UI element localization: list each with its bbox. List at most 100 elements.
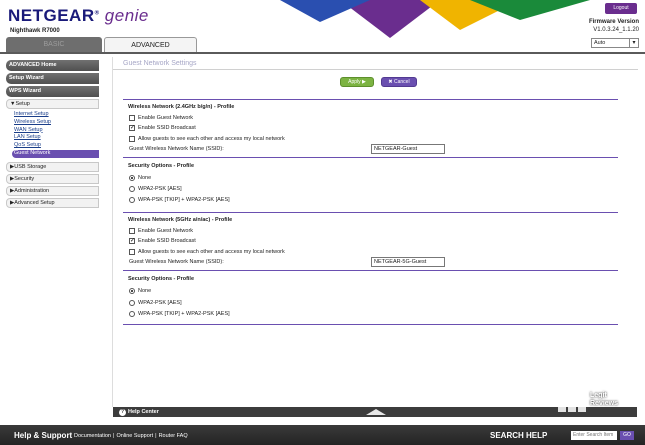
firmware-label: Firmware Version — [588, 19, 639, 25]
security-none-24-row: None — [129, 174, 151, 182]
enable-ssid-broadcast-24-label: Enable SSID Broadcast — [138, 125, 196, 131]
sidebar-item-qos-setup[interactable]: QoS Setup — [14, 142, 99, 150]
legit-reviews-watermark: Legit Reviews — [556, 384, 636, 422]
sidebar-item-advanced-home[interactable]: ADVANCED Home — [6, 60, 99, 71]
allow-guests-5-row: Allow guests to see each other and acces… — [129, 248, 285, 256]
enable-ssid-broadcast-24-checkbox[interactable] — [129, 124, 135, 131]
ssid-24-input[interactable]: NETGEAR-Guest — [371, 144, 445, 154]
title-divider — [113, 69, 638, 70]
security-wpa2-5-row: WPA2-PSK [AES] — [129, 299, 182, 307]
section-title-5ghz: Wireless Network (5GHz a/n/ac) - Profile — [128, 217, 233, 223]
link-separator: | — [113, 433, 115, 439]
search-help-label: SEARCH HELP — [490, 431, 548, 440]
model-name: Nighthawk R7000 — [10, 28, 60, 34]
watermark-line1: Legit — [590, 392, 607, 399]
sidebar-item-wan-setup[interactable]: WAN Setup — [14, 127, 99, 135]
brand-reg: ® — [94, 10, 100, 17]
security-wpa2-24-radio[interactable] — [129, 186, 135, 192]
enable-guest-network-24-label: Enable Guest Network — [138, 115, 194, 121]
security-wpa-mixed-5-label: WPA-PSK [TKIP] + WPA2-PSK [AES] — [138, 311, 230, 317]
enable-ssid-broadcast-24-row: Enable SSID Broadcast — [129, 124, 196, 132]
sidebar-item-setup-wizard[interactable]: Setup Wizard — [6, 73, 99, 84]
allow-guests-24-row: Allow guests to see each other and acces… — [129, 135, 285, 143]
apply-button[interactable]: Apply ▶ — [340, 77, 374, 87]
watermark-logo-icon — [556, 384, 588, 416]
security-wpa-mixed-24-row: WPA-PSK [TKIP] + WPA2-PSK [AES] — [129, 196, 230, 204]
enable-ssid-broadcast-5-row: Enable SSID Broadcast — [129, 237, 196, 245]
cancel-button[interactable]: ✖ Cancel — [381, 77, 417, 87]
logout-button[interactable]: Logout — [605, 3, 637, 14]
security-none-24-label: None — [138, 175, 152, 181]
security-wpa-mixed-24-radio[interactable] — [129, 197, 135, 203]
security-wpa2-5-radio[interactable] — [129, 300, 135, 306]
watermark-line2: Reviews — [590, 400, 619, 407]
search-help-input[interactable]: Enter Search Item — [571, 431, 617, 440]
brand-genie: genie — [104, 6, 149, 25]
sidebar-item-internet-setup[interactable]: Internet Setup — [14, 111, 99, 119]
enable-guest-network-5-checkbox[interactable] — [129, 228, 135, 234]
enable-guest-network-24-checkbox[interactable] — [129, 115, 135, 121]
security-title-5ghz: Security Options - Profile — [128, 276, 195, 282]
netgear-genie-logo[interactable]: NETGEAR® genie — [8, 6, 149, 26]
security-wpa2-24-row: WPA2-PSK [AES] — [129, 185, 182, 193]
sidebar-item-wireless-setup[interactable]: Wireless Setup — [14, 119, 99, 127]
sidebar-group-security[interactable]: ▶Security — [6, 173, 99, 184]
security-wpa-mixed-5-radio[interactable] — [129, 311, 135, 317]
ssid-5-input[interactable]: NETGEAR-5G-Guest — [371, 257, 445, 267]
sidebar-group-administration[interactable]: ▶Administration — [6, 185, 99, 196]
main-panel: Guest Network Settings Apply ▶ ✖ Cancel … — [112, 57, 638, 407]
documentation-link[interactable]: Documentation — [74, 433, 111, 439]
allow-guests-24-checkbox[interactable] — [129, 136, 135, 142]
footer: Help & Support Documentation | Online Supp… — [0, 425, 645, 445]
sidebar-item-guest-network[interactable]: Guest Network — [12, 149, 99, 158]
enable-guest-network-24-row: Enable Guest Network — [129, 114, 193, 122]
security-wpa-mixed-24-label: WPA-PSK [TKIP] + WPA2-PSK [AES] — [138, 197, 230, 203]
help-center-label[interactable]: ? Help Center — [119, 408, 159, 416]
sidebar-group-setup[interactable]: ▼Setup — [6, 99, 99, 109]
section-divider — [123, 157, 618, 158]
expand-up-icon[interactable] — [366, 409, 386, 415]
allow-guests-5-checkbox[interactable] — [129, 249, 135, 255]
sidebar-group-advanced-setup[interactable]: ▶Advanced Setup — [6, 197, 99, 208]
chevron-down-icon[interactable]: ▾ — [629, 39, 638, 47]
section-title-24ghz: Wireless Network (2.4GHz b/g/n) - Profil… — [128, 104, 235, 110]
security-none-5-row: None — [129, 287, 151, 295]
security-none-5-label: None — [138, 288, 152, 294]
allow-guests-24-label: Allow guests to see each other and acces… — [138, 136, 285, 142]
language-selected: Auto — [594, 40, 606, 46]
tab-advanced[interactable]: ADVANCED — [104, 37, 197, 52]
allow-guests-5-label: Allow guests to see each other and acces… — [138, 249, 285, 255]
section-divider — [123, 99, 618, 100]
online-support-link[interactable]: Online Support — [116, 433, 153, 439]
help-icon: ? — [119, 409, 126, 416]
language-select[interactable]: Auto ▾ — [591, 38, 639, 48]
search-go-button[interactable]: GO — [620, 431, 634, 440]
footer-links: Documentation | Online Support | Router FAQ — [74, 433, 188, 439]
sidebar-item-lan-setup[interactable]: LAN Setup — [14, 134, 99, 142]
link-separator: | — [155, 433, 157, 439]
header-swoosh-decoration — [280, 0, 590, 38]
watermark-text: Legit Reviews — [590, 392, 618, 408]
enable-ssid-broadcast-5-checkbox[interactable] — [129, 237, 135, 244]
enable-guest-network-5-row: Enable Guest Network — [129, 227, 193, 235]
section-divider — [123, 270, 618, 271]
firmware-value: V1.0.3.24_1.1.20 — [593, 27, 639, 33]
enable-guest-network-5-label: Enable Guest Network — [138, 228, 194, 234]
ssid-5-label: Guest Wireless Network Name (SSID): — [129, 259, 224, 265]
sidebar-item-wps-wizard[interactable]: WPS Wizard — [6, 86, 99, 97]
sidebar: ADVANCED Home Setup Wizard WPS Wizard ▼S… — [6, 60, 99, 210]
help-center-text: Help Center — [128, 409, 159, 415]
security-wpa-mixed-5-row: WPA-PSK [TKIP] + WPA2-PSK [AES] — [129, 310, 230, 318]
security-wpa2-5-label: WPA2-PSK [AES] — [138, 300, 182, 306]
security-none-24-radio[interactable] — [129, 175, 135, 181]
security-none-5-radio[interactable] — [129, 288, 135, 294]
section-divider — [123, 324, 618, 325]
section-divider — [123, 212, 618, 213]
router-faq-link[interactable]: Router FAQ — [159, 433, 188, 439]
enable-ssid-broadcast-5-label: Enable SSID Broadcast — [138, 238, 196, 244]
firmware-info: Firmware Version V1.0.3.24_1.1.20 — [589, 18, 639, 34]
tab-divider — [0, 52, 645, 54]
sidebar-group-usb-storage[interactable]: ▶USB Storage — [6, 161, 99, 172]
tab-basic[interactable]: BASIC — [6, 37, 102, 52]
security-wpa2-24-label: WPA2-PSK [AES] — [138, 186, 182, 192]
